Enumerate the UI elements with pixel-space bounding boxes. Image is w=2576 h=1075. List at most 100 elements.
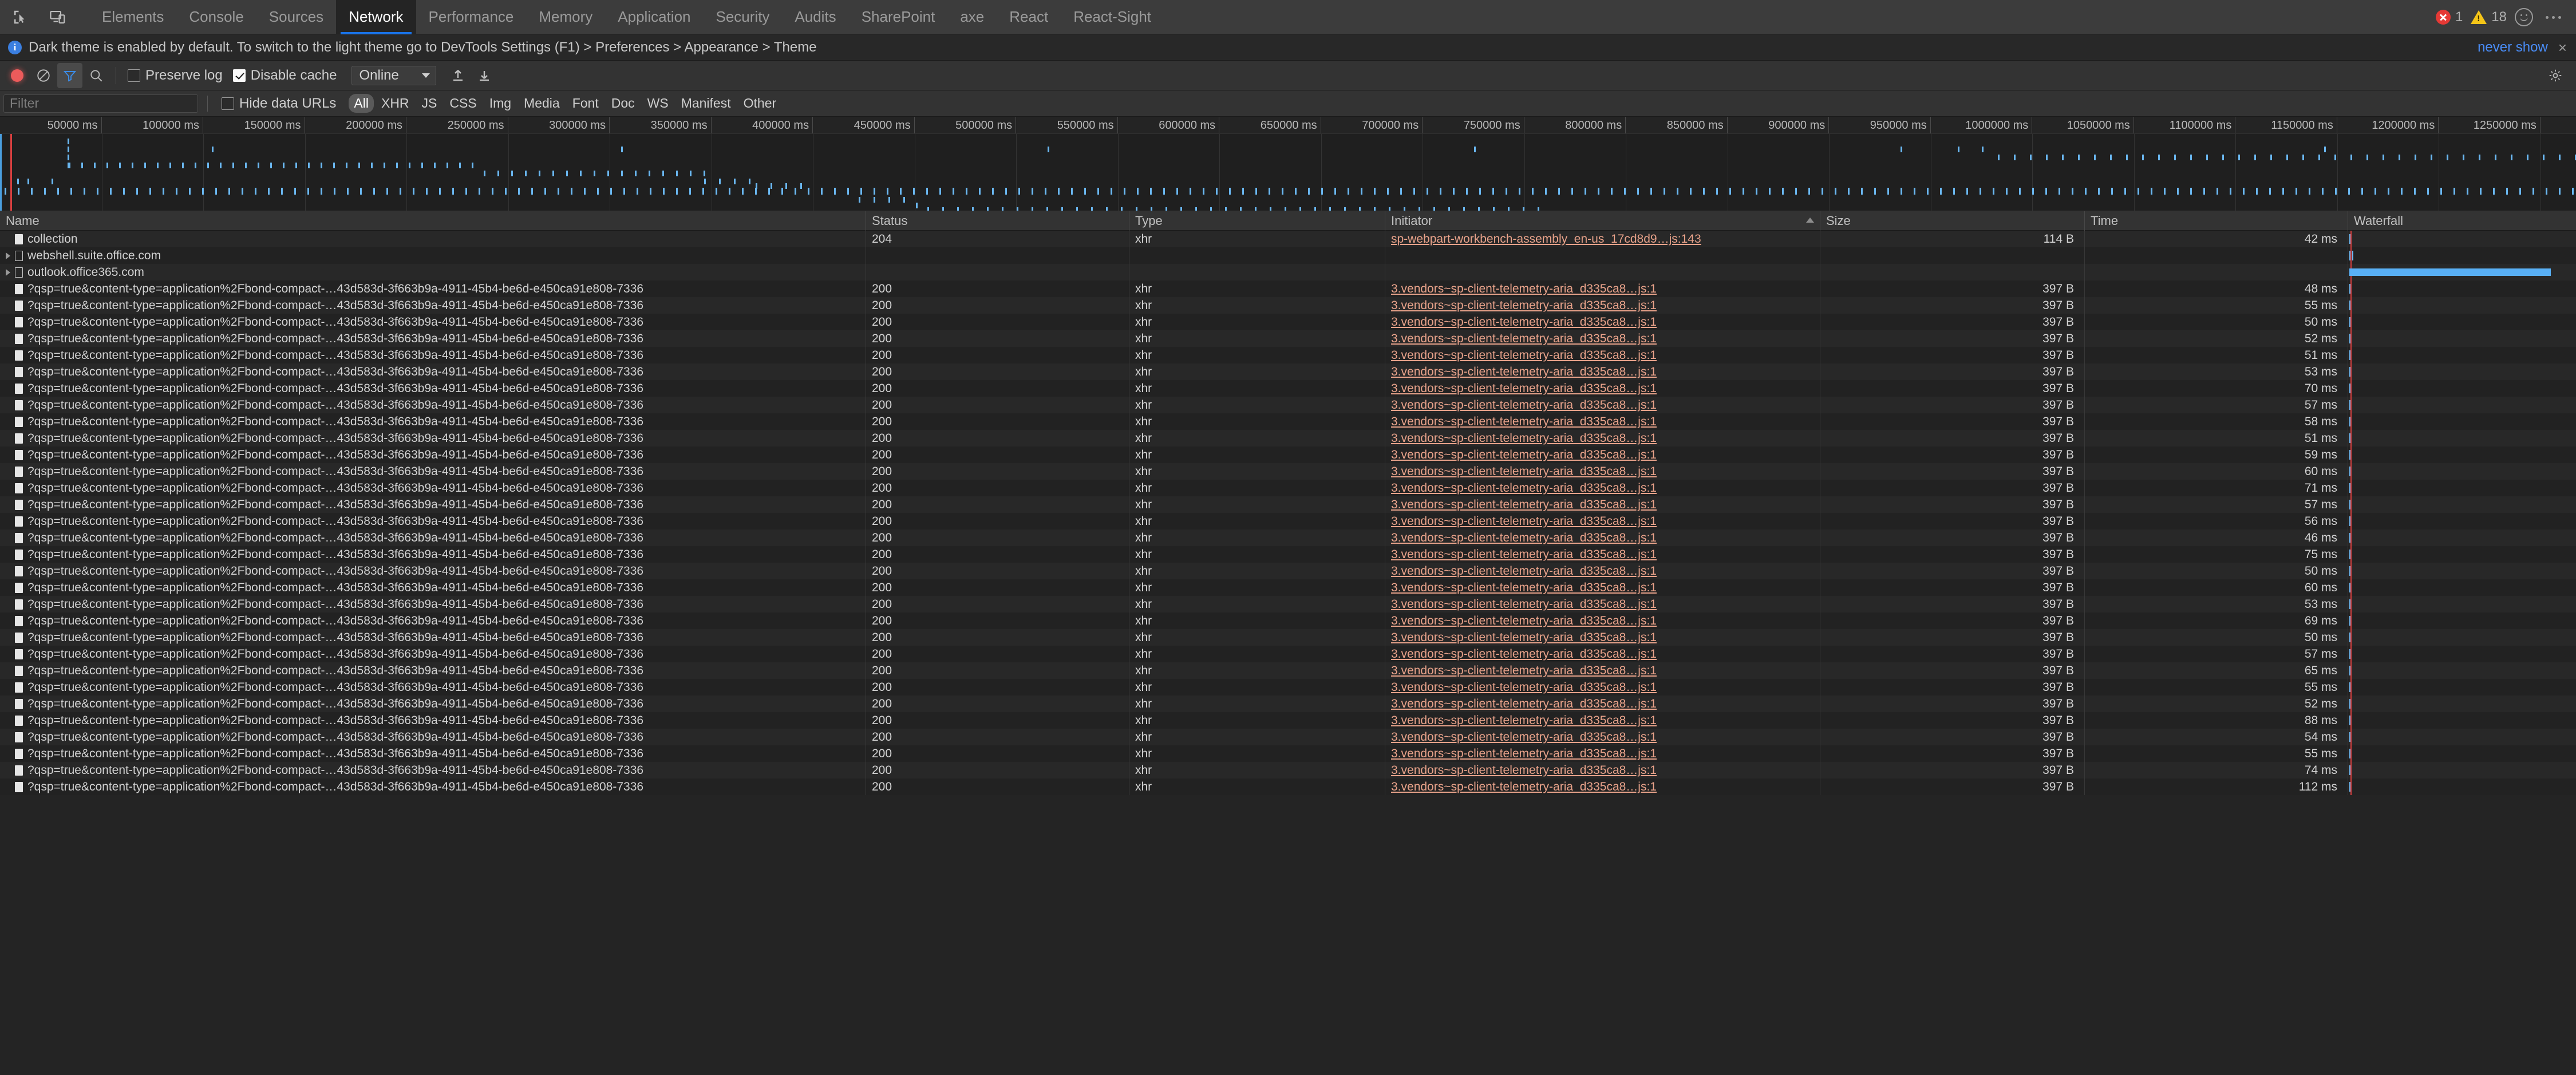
search-button[interactable] xyxy=(84,63,109,88)
initiator-link[interactable]: 3.vendors~sp-client-telemetry-aria_d335c… xyxy=(1391,415,1657,429)
device-toolbar-icon[interactable] xyxy=(46,5,70,29)
column-header-waterfall[interactable]: Waterfall xyxy=(2348,211,2576,231)
table-row[interactable]: ?qsp=true&content-type=application%2Fbon… xyxy=(0,579,2576,596)
tab-sources[interactable]: Sources xyxy=(256,0,336,34)
network-overview-graph[interactable] xyxy=(0,134,2576,211)
column-header-time[interactable]: Time xyxy=(2084,211,2348,231)
table-row[interactable]: ?qsp=true&content-type=application%2Fbon… xyxy=(0,463,2576,480)
table-row[interactable]: ?qsp=true&content-type=application%2Fbon… xyxy=(0,513,2576,529)
table-row[interactable]: ?qsp=true&content-type=application%2Fbon… xyxy=(0,380,2576,397)
tab-react-sight[interactable]: React-Sight xyxy=(1061,0,1164,34)
initiator-link[interactable]: 3.vendors~sp-client-telemetry-aria_d335c… xyxy=(1391,299,1657,313)
gear-icon[interactable] xyxy=(2544,64,2567,87)
table-row[interactable]: ?qsp=true&content-type=application%2Fbon… xyxy=(0,330,2576,347)
initiator-link[interactable]: 3.vendors~sp-client-telemetry-aria_d335c… xyxy=(1391,548,1657,562)
expand-triangle-icon[interactable] xyxy=(6,268,10,276)
initiator-link[interactable]: 3.vendors~sp-client-telemetry-aria_d335c… xyxy=(1391,581,1657,595)
table-row[interactable]: ?qsp=true&content-type=application%2Fbon… xyxy=(0,280,2576,297)
initiator-link[interactable]: sp-webpart-workbench-assembly_en-us_17cd… xyxy=(1391,232,1701,246)
table-row[interactable]: ?qsp=true&content-type=application%2Fbon… xyxy=(0,314,2576,330)
close-icon[interactable]: × xyxy=(2558,40,2567,55)
more-options-icon[interactable] xyxy=(2541,15,2566,19)
type-filter-xhr[interactable]: XHR xyxy=(376,94,414,113)
column-header-size[interactable]: Size xyxy=(1820,211,2084,231)
never-show-link[interactable]: never show xyxy=(2478,39,2548,56)
tab-network[interactable]: Network xyxy=(336,0,416,34)
column-header-name[interactable]: Name xyxy=(0,211,866,231)
table-row[interactable]: ?qsp=true&content-type=application%2Fbon… xyxy=(0,646,2576,662)
initiator-link[interactable]: 3.vendors~sp-client-telemetry-aria_d335c… xyxy=(1391,515,1657,528)
type-filter-js[interactable]: JS xyxy=(417,94,442,113)
import-har-button[interactable] xyxy=(445,63,471,88)
table-row[interactable]: ?qsp=true&content-type=application%2Fbon… xyxy=(0,363,2576,380)
initiator-link[interactable]: 3.vendors~sp-client-telemetry-aria_d335c… xyxy=(1391,365,1657,379)
table-row[interactable]: ?qsp=true&content-type=application%2Fbon… xyxy=(0,347,2576,363)
initiator-link[interactable]: 3.vendors~sp-client-telemetry-aria_d335c… xyxy=(1391,481,1657,495)
initiator-link[interactable]: 3.vendors~sp-client-telemetry-aria_d335c… xyxy=(1391,398,1657,412)
disable-cache-checkbox[interactable]: Disable cache xyxy=(228,68,342,84)
tab-security[interactable]: Security xyxy=(704,0,783,34)
table-row[interactable]: ?qsp=true&content-type=application%2Fbon… xyxy=(0,679,2576,695)
table-row[interactable]: ?qsp=true&content-type=application%2Fbon… xyxy=(0,413,2576,430)
type-filter-other[interactable]: Other xyxy=(738,94,782,113)
table-row[interactable]: ?qsp=true&content-type=application%2Fbon… xyxy=(0,397,2576,413)
table-row[interactable]: ?qsp=true&content-type=application%2Fbon… xyxy=(0,496,2576,513)
table-row[interactable]: webshell.suite.office.com xyxy=(0,247,2576,264)
initiator-link[interactable]: 3.vendors~sp-client-telemetry-aria_d335c… xyxy=(1391,498,1657,512)
tab-axe[interactable]: axe xyxy=(947,0,997,34)
table-row[interactable]: ?qsp=true&content-type=application%2Fbon… xyxy=(0,546,2576,563)
initiator-link[interactable]: 3.vendors~sp-client-telemetry-aria_d335c… xyxy=(1391,282,1657,296)
table-row[interactable]: ?qsp=true&content-type=application%2Fbon… xyxy=(0,778,2576,795)
table-row[interactable]: ?qsp=true&content-type=application%2Fbon… xyxy=(0,480,2576,496)
table-row[interactable]: ?qsp=true&content-type=application%2Fbon… xyxy=(0,446,2576,463)
clear-button[interactable] xyxy=(31,63,56,88)
column-header-initiator[interactable]: Initiator xyxy=(1385,211,1820,231)
table-row[interactable]: ?qsp=true&content-type=application%2Fbon… xyxy=(0,430,2576,446)
table-row[interactable]: ?qsp=true&content-type=application%2Fbon… xyxy=(0,529,2576,546)
expand-triangle-icon[interactable] xyxy=(6,252,10,259)
initiator-link[interactable]: 3.vendors~sp-client-telemetry-aria_d335c… xyxy=(1391,714,1657,728)
initiator-link[interactable]: 3.vendors~sp-client-telemetry-aria_d335c… xyxy=(1391,465,1657,479)
initiator-link[interactable]: 3.vendors~sp-client-telemetry-aria_d335c… xyxy=(1391,631,1657,645)
throttle-dropdown[interactable]: Online xyxy=(351,65,436,85)
initiator-link[interactable]: 3.vendors~sp-client-telemetry-aria_d335c… xyxy=(1391,747,1657,761)
tab-console[interactable]: Console xyxy=(176,0,256,34)
initiator-link[interactable]: 3.vendors~sp-client-telemetry-aria_d335c… xyxy=(1391,564,1657,578)
initiator-link[interactable]: 3.vendors~sp-client-telemetry-aria_d335c… xyxy=(1391,315,1657,329)
initiator-link[interactable]: 3.vendors~sp-client-telemetry-aria_d335c… xyxy=(1391,349,1657,362)
table-row[interactable]: outlook.office365.com xyxy=(0,264,2576,280)
tab-memory[interactable]: Memory xyxy=(526,0,605,34)
tab-react[interactable]: React xyxy=(997,0,1061,34)
table-row[interactable]: ?qsp=true&content-type=application%2Fbon… xyxy=(0,695,2576,712)
initiator-link[interactable]: 3.vendors~sp-client-telemetry-aria_d335c… xyxy=(1391,764,1657,777)
feedback-smiley-icon[interactable] xyxy=(2515,8,2533,26)
hide-data-urls-checkbox[interactable]: Hide data URLs xyxy=(217,96,341,112)
tab-application[interactable]: Application xyxy=(605,0,703,34)
initiator-link[interactable]: 3.vendors~sp-client-telemetry-aria_d335c… xyxy=(1391,332,1657,346)
tab-performance[interactable]: Performance xyxy=(416,0,527,34)
table-row[interactable]: ?qsp=true&content-type=application%2Fbon… xyxy=(0,662,2576,679)
initiator-link[interactable]: 3.vendors~sp-client-telemetry-aria_d335c… xyxy=(1391,697,1657,711)
tab-audits[interactable]: Audits xyxy=(782,0,848,34)
initiator-link[interactable]: 3.vendors~sp-client-telemetry-aria_d335c… xyxy=(1391,614,1657,628)
table-row[interactable]: collection 204 xhr sp-webpart-workbench-ass… xyxy=(0,231,2576,247)
table-row[interactable]: ?qsp=true&content-type=application%2Fbon… xyxy=(0,629,2576,646)
error-badge[interactable]: 1 xyxy=(2435,9,2463,25)
type-filter-manifest[interactable]: Manifest xyxy=(676,94,736,113)
column-header-status[interactable]: Status xyxy=(866,211,1129,231)
type-filter-media[interactable]: Media xyxy=(519,94,565,113)
table-row[interactable]: ?qsp=true&content-type=application%2Fbon… xyxy=(0,745,2576,762)
type-filter-all[interactable]: All xyxy=(349,94,374,113)
tab-sharepoint[interactable]: SharePoint xyxy=(849,0,948,34)
type-filter-ws[interactable]: WS xyxy=(642,94,674,113)
table-row[interactable]: ?qsp=true&content-type=application%2Fbon… xyxy=(0,762,2576,778)
type-filter-doc[interactable]: Doc xyxy=(606,94,640,113)
type-filter-css[interactable]: CSS xyxy=(444,94,481,113)
initiator-link[interactable]: 3.vendors~sp-client-telemetry-aria_d335c… xyxy=(1391,664,1657,678)
record-button[interactable] xyxy=(5,63,30,88)
table-row[interactable]: ?qsp=true&content-type=application%2Fbon… xyxy=(0,563,2576,579)
table-row[interactable]: ?qsp=true&content-type=application%2Fbon… xyxy=(0,712,2576,729)
inspect-element-icon[interactable] xyxy=(8,5,32,29)
type-filter-font[interactable]: Font xyxy=(567,94,604,113)
initiator-link[interactable]: 3.vendors~sp-client-telemetry-aria_d335c… xyxy=(1391,448,1657,462)
